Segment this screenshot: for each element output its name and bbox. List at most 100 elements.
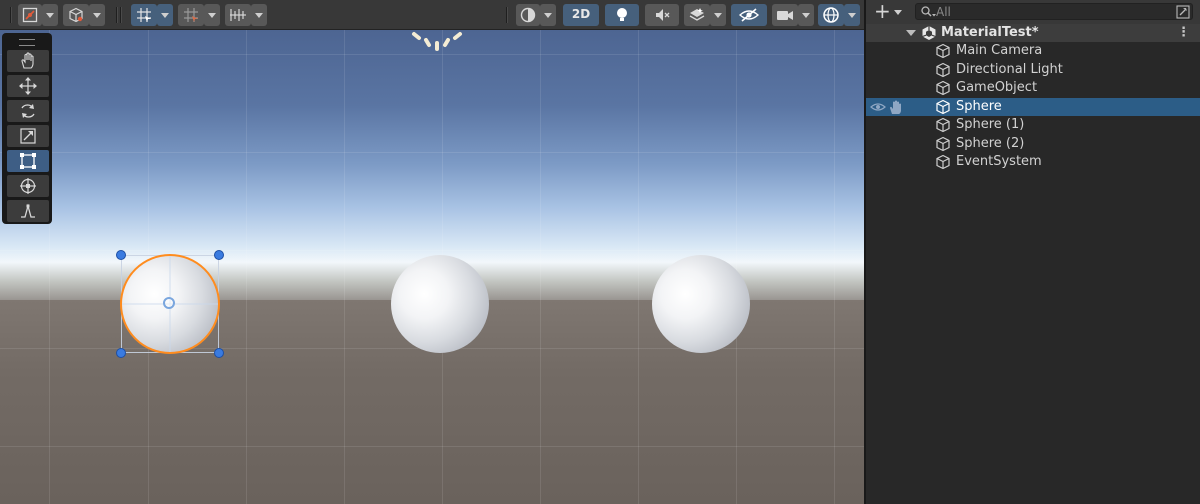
increment-snap-button[interactable] <box>178 4 204 26</box>
hierarchy-toolbar: + <box>866 0 1200 25</box>
tools-overlay <box>2 33 52 224</box>
hierarchy-item-directional-light[interactable]: Directional Light <box>866 61 1200 79</box>
hierarchy-item-label: Sphere (2) <box>956 136 1025 151</box>
rotate-icon <box>21 104 35 118</box>
hierarchy-panel: + MaterialTest* ⋮ <box>866 0 1200 504</box>
gizmos-dropdown[interactable] <box>844 4 860 26</box>
increment-snap-dropdown[interactable] <box>204 4 220 26</box>
rect-handle-bottom-left[interactable] <box>116 348 126 358</box>
light-bulb-icon <box>617 8 627 21</box>
hierarchy-item-gameobject[interactable]: GameObject <box>866 79 1200 97</box>
directional-light-icon[interactable] <box>405 30 469 58</box>
scale-tool[interactable] <box>7 125 49 147</box>
scene-camera-button[interactable] <box>772 4 798 26</box>
lighting-toggle[interactable] <box>605 4 639 26</box>
scale-icon <box>20 128 36 144</box>
grid-snap-button[interactable] <box>131 4 157 26</box>
gameobject-cube-icon <box>936 62 950 78</box>
audio-mute-icon <box>656 9 670 21</box>
gameobject-cube-icon <box>936 99 950 115</box>
hierarchy-item-label: Main Camera <box>956 43 1043 58</box>
toolbar-separator <box>120 7 121 23</box>
draw-mode-button[interactable] <box>63 4 89 26</box>
rect-tool[interactable] <box>7 150 49 172</box>
effects-dropdown[interactable] <box>710 4 726 26</box>
mode-2d-toggle[interactable]: 2D <box>563 4 599 26</box>
hand-tool[interactable] <box>7 50 49 72</box>
more-options-icon[interactable]: ⋮ <box>1177 26 1190 39</box>
toolbar-separator <box>506 7 507 23</box>
scene-header-row[interactable]: MaterialTest* ⋮ <box>866 24 1200 42</box>
gameobject-cube-icon <box>936 43 950 59</box>
scene-visibility-toggle[interactable] <box>731 4 767 26</box>
chevron-down-icon[interactable] <box>906 30 916 36</box>
scene-view[interactable]: 2D <box>0 0 864 504</box>
hierarchy-item-sphere-1[interactable]: Sphere (1) <box>866 116 1200 134</box>
pivot-handle[interactable] <box>163 297 175 309</box>
hand-icon <box>21 52 34 69</box>
toolbar-separator <box>116 7 117 23</box>
hierarchy-item-main-camera[interactable]: Main Camera <box>866 42 1200 60</box>
sphere-2-object[interactable] <box>652 255 750 353</box>
ruler-dropdown[interactable] <box>251 4 267 26</box>
hierarchy-search <box>915 3 1193 20</box>
search-icon <box>921 6 936 17</box>
create-button[interactable]: + <box>872 0 904 23</box>
visibility-eye-icon[interactable] <box>870 101 886 113</box>
custom-editor-tool[interactable] <box>7 200 49 222</box>
gizmos-toggle[interactable] <box>818 4 844 26</box>
effects-layers-icon <box>689 8 705 21</box>
gameobject-cube-icon <box>936 80 950 96</box>
hierarchy-item-label: Sphere (1) <box>956 117 1025 132</box>
grid-snap-icon <box>137 8 151 22</box>
hierarchy-item-label: Sphere <box>956 99 1002 114</box>
ruler-button[interactable] <box>225 4 251 26</box>
visibility-eye-icon <box>739 8 759 22</box>
mode-2d-label: 2D <box>571 7 591 21</box>
plus-icon: + <box>874 0 891 23</box>
gameobject-cube-icon <box>936 154 950 170</box>
search-input[interactable] <box>936 4 1166 19</box>
transform-icon <box>20 178 36 194</box>
shading-mode-button[interactable] <box>516 4 540 26</box>
gameobject-cube-icon <box>936 117 950 133</box>
gameobject-cube-icon <box>936 136 950 152</box>
gizmos-globe-icon <box>823 7 839 23</box>
transform-tool[interactable] <box>7 175 49 197</box>
scene-camera-dropdown[interactable] <box>798 4 814 26</box>
hierarchy-item-sphere[interactable]: Sphere <box>866 98 1200 116</box>
hierarchy-item-label: Directional Light <box>956 62 1063 77</box>
draw-mode-dropdown[interactable] <box>89 4 105 26</box>
rotate-tool[interactable] <box>7 100 49 122</box>
overlay-grip[interactable] <box>19 39 35 46</box>
shading-mode-dropdown[interactable] <box>540 4 556 26</box>
hierarchy-item-sphere-2[interactable]: Sphere (2) <box>866 135 1200 153</box>
increment-snap-icon <box>184 8 198 22</box>
audio-toggle[interactable] <box>645 4 679 26</box>
chevron-down-icon <box>894 10 902 15</box>
sphere-1-object[interactable] <box>391 255 489 353</box>
rect-handle-bottom-right[interactable] <box>214 348 224 358</box>
cube-icon <box>69 7 83 23</box>
effects-button[interactable] <box>684 4 710 26</box>
ruler-icon <box>230 9 246 21</box>
gizmo-icon <box>22 7 38 23</box>
move-tool[interactable] <box>7 75 49 97</box>
rect-handle-top-right[interactable] <box>214 250 224 260</box>
scene-name: MaterialTest* <box>941 25 1039 40</box>
unity-scene-icon <box>922 26 936 40</box>
rect-tool-icon <box>20 153 36 169</box>
gizmo-button[interactable] <box>18 4 42 26</box>
scene-toolbar: 2D <box>0 0 864 30</box>
toolbar-grip <box>10 7 11 23</box>
rect-handle-top-left[interactable] <box>116 250 126 260</box>
hierarchy-item-eventsystem[interactable]: EventSystem <box>866 153 1200 171</box>
gizmo-dropdown[interactable] <box>42 4 58 26</box>
search-picker-icon[interactable] <box>1176 5 1190 19</box>
camera-icon <box>777 11 793 20</box>
hierarchy-item-label: GameObject <box>956 80 1038 95</box>
hierarchy-item-label: EventSystem <box>956 154 1042 169</box>
shading-sphere-icon <box>520 7 536 23</box>
grid-snap-dropdown[interactable] <box>157 4 173 26</box>
pickable-hand-icon[interactable] <box>887 99 903 115</box>
